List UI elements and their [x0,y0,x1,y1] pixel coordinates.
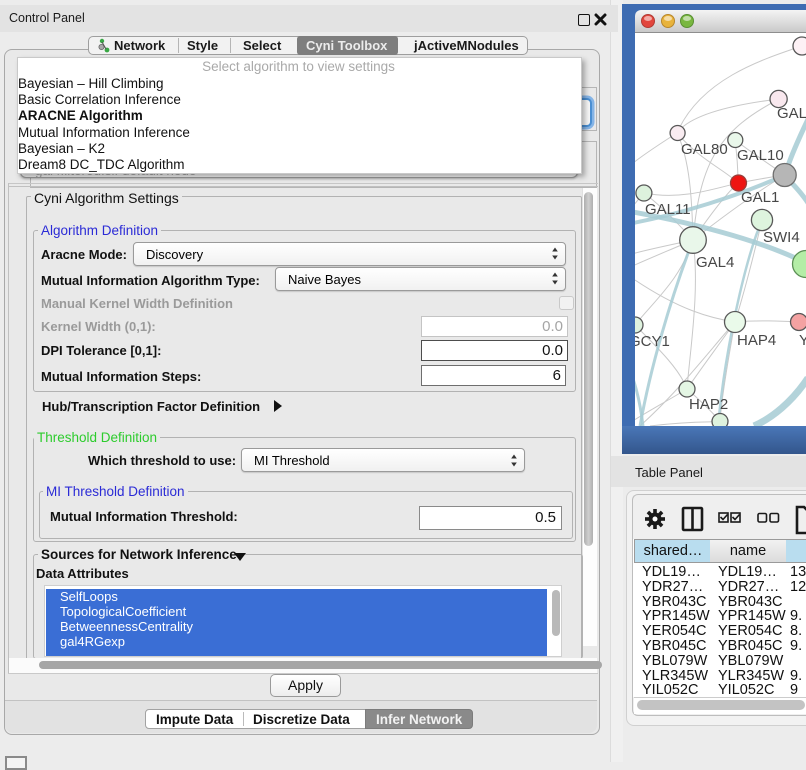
svg-text:HAP2: HAP2 [689,396,728,413]
svg-text:Y: Y [799,332,806,349]
svg-text:GAL10: GAL10 [737,147,784,164]
svg-text:GAL1: GAL1 [741,189,779,206]
svg-text:GAL7: GAL7 [777,105,806,122]
svg-text:GAL4: GAL4 [696,254,734,271]
svg-text:GAL11: GAL11 [645,201,691,218]
svg-text:GCY1: GCY1 [635,333,670,350]
svg-text:SWI4: SWI4 [763,229,800,246]
svg-text:HAP4: HAP4 [737,332,776,349]
svg-text:GAL80: GAL80 [681,141,728,158]
